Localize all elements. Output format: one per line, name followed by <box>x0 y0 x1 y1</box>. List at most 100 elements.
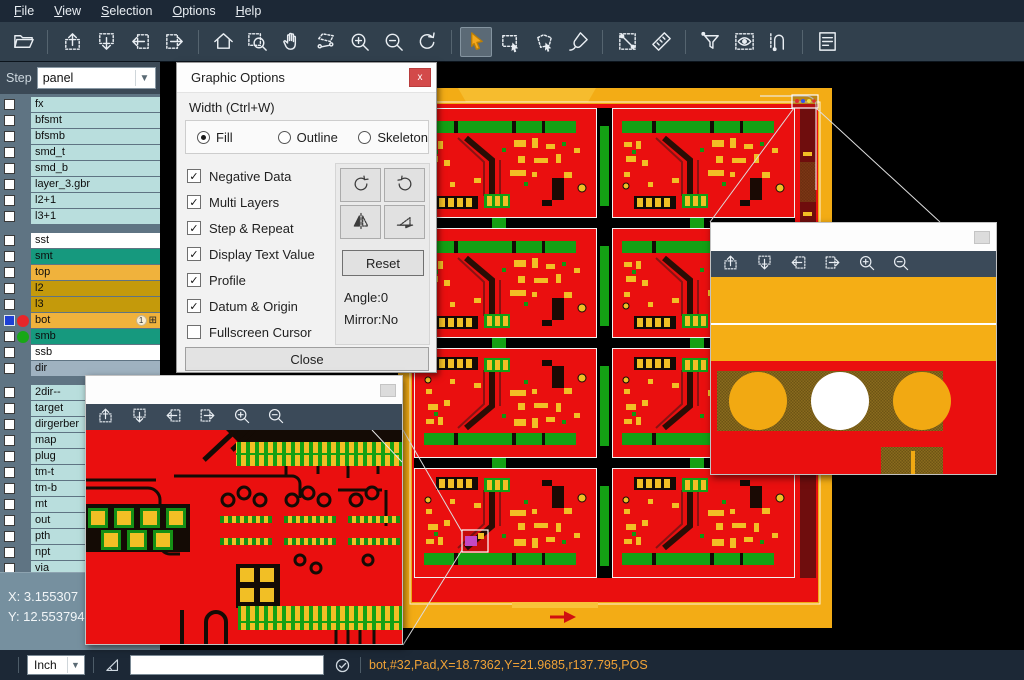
mirror-horizontal-button[interactable] <box>340 205 381 239</box>
magnifier2-title-bar[interactable] <box>711 223 996 251</box>
move-up-button[interactable] <box>94 407 116 427</box>
layer-visibility-checkbox[interactable] <box>4 211 15 222</box>
checkbox-fullscreen-cursor[interactable]: Fullscreen Cursor <box>187 319 315 345</box>
layer-visibility-checkbox[interactable] <box>4 387 15 398</box>
checkbox-multi-layers[interactable]: ✓Multi Layers <box>187 189 315 215</box>
rotate-ccw-button[interactable] <box>384 168 425 202</box>
measure-ruler-button[interactable] <box>645 27 677 57</box>
radio-skeleton[interactable]: Skeleton <box>358 130 428 145</box>
move-left-button[interactable] <box>162 407 184 427</box>
snap-angle-icon[interactable] <box>102 655 122 675</box>
menu-item-options[interactable]: Options <box>164 0 227 22</box>
layer-visibility-checkbox[interactable] <box>4 251 15 262</box>
layer-visibility-checkbox[interactable] <box>4 547 15 558</box>
move-right-button[interactable] <box>821 254 843 274</box>
layer-visibility-checkbox[interactable] <box>4 403 15 414</box>
checkbox-box[interactable]: ✓ <box>187 273 201 287</box>
menu-item-file[interactable]: File <box>6 0 46 22</box>
layer-visibility-checkbox[interactable] <box>4 419 15 430</box>
zoom-out-button[interactable] <box>889 254 911 274</box>
checkbox-profile[interactable]: ✓Profile <box>187 267 315 293</box>
checkbox-box[interactable] <box>187 325 201 339</box>
layer-visibility-checkbox[interactable] <box>4 131 15 142</box>
step-select[interactable]: panel ▼ <box>37 67 156 89</box>
layer-visibility-checkbox[interactable] <box>4 163 15 174</box>
layer-visibility-checkbox[interactable] <box>4 299 15 310</box>
layer-visibility-checkbox[interactable] <box>4 147 15 158</box>
move-up-button[interactable] <box>56 27 88 57</box>
window-button[interactable] <box>974 231 990 244</box>
layer-row-l3+1[interactable]: l3+1 <box>0 209 160 224</box>
zoom-previous-button[interactable] <box>411 27 443 57</box>
zoom-in-button[interactable] <box>343 27 375 57</box>
pan-hand-button[interactable] <box>275 27 307 57</box>
clean-up-button[interactable] <box>562 27 594 57</box>
menu-item-view[interactable]: View <box>46 0 93 22</box>
radio-fill[interactable]: Fill <box>197 130 267 145</box>
layer-visibility-checkbox[interactable] <box>4 451 15 462</box>
magnifier1-content[interactable] <box>86 430 402 644</box>
layer-visibility-checkbox[interactable] <box>4 235 15 246</box>
layer-visibility-checkbox[interactable] <box>4 531 15 542</box>
layer-visibility-checkbox[interactable] <box>4 363 15 374</box>
layer-visibility-checkbox[interactable] <box>4 331 15 342</box>
layer-row-bfsmt[interactable]: bfsmt <box>0 113 160 128</box>
layer-row-smd_b[interactable]: smd_b <box>0 161 160 176</box>
sync-check-icon[interactable] <box>332 655 352 675</box>
window-button[interactable] <box>380 384 396 397</box>
move-left-button[interactable] <box>124 27 156 57</box>
dialog-title-bar[interactable]: Graphic Options x <box>177 63 436 93</box>
layer-visibility-checkbox[interactable] <box>4 515 15 526</box>
move-down-button[interactable] <box>90 27 122 57</box>
move-down-button[interactable] <box>753 254 775 274</box>
checkbox-display-text-value[interactable]: ✓Display Text Value <box>187 241 315 267</box>
view-options-button[interactable] <box>728 27 760 57</box>
checkbox-step-repeat[interactable]: ✓Step & Repeat <box>187 215 315 241</box>
layer-visibility-checkbox[interactable] <box>4 467 15 478</box>
checkbox-box[interactable]: ✓ <box>187 195 201 209</box>
layer-row-l2+1[interactable]: l2+1 <box>0 193 160 208</box>
checkbox-box[interactable]: ✓ <box>187 221 201 235</box>
reset-button[interactable]: Reset <box>342 250 424 276</box>
layer-visibility-checkbox[interactable] <box>4 99 15 110</box>
magnifier1-title-bar[interactable] <box>86 376 402 404</box>
layer-visibility-checkbox[interactable] <box>4 347 15 358</box>
magnifier2-content[interactable] <box>711 277 996 474</box>
layer-visibility-checkbox[interactable] <box>4 563 15 572</box>
select-polygon-button[interactable] <box>528 27 560 57</box>
mirror-vertical-button[interactable] <box>384 205 425 239</box>
layer-row-smd_t[interactable]: smd_t <box>0 145 160 160</box>
open-folder-button[interactable] <box>7 27 39 57</box>
layer-row-l2[interactable]: l2 <box>0 281 160 296</box>
layer-visibility-checkbox[interactable] <box>4 315 15 326</box>
home-view-button[interactable] <box>207 27 239 57</box>
zoom-out-button[interactable] <box>264 407 286 427</box>
layer-row-ssb[interactable]: ssb <box>0 345 160 360</box>
layer-visibility-checkbox[interactable] <box>4 483 15 494</box>
layer-visibility-checkbox[interactable] <box>4 195 15 206</box>
checkbox-box[interactable]: ✓ <box>187 247 201 261</box>
zoom-in-button[interactable] <box>855 254 877 274</box>
radio-outline[interactable]: Outline <box>278 130 348 145</box>
layer-row-l3[interactable]: l3 <box>0 297 160 312</box>
unit-select[interactable]: Inch ▼ <box>27 655 85 675</box>
layer-visibility-checkbox[interactable] <box>4 267 15 278</box>
zoom-out-button[interactable] <box>377 27 409 57</box>
move-right-button[interactable] <box>196 407 218 427</box>
layer-row-bfsmb[interactable]: bfsmb <box>0 129 160 144</box>
report-list-button[interactable] <box>811 27 843 57</box>
layer-visibility-checkbox[interactable] <box>4 435 15 446</box>
move-down-button[interactable] <box>128 407 150 427</box>
select-pointer-button[interactable] <box>460 27 492 57</box>
layer-row-smb[interactable]: smb <box>0 329 160 344</box>
checkbox-negative-data[interactable]: ✓Negative Data <box>187 163 315 189</box>
layer-visibility-checkbox[interactable] <box>4 283 15 294</box>
checkbox-datum-origin[interactable]: ✓Datum & Origin <box>187 293 315 319</box>
layer-row-bot[interactable]: bot1⊞ <box>0 313 160 328</box>
menu-item-selection[interactable]: Selection <box>93 0 164 22</box>
command-input[interactable] <box>130 655 324 675</box>
layer-row-top[interactable]: top <box>0 265 160 280</box>
menu-item-help[interactable]: Help <box>228 0 274 22</box>
zoom-window-button[interactable] <box>241 27 273 57</box>
close-icon[interactable]: x <box>409 68 431 87</box>
